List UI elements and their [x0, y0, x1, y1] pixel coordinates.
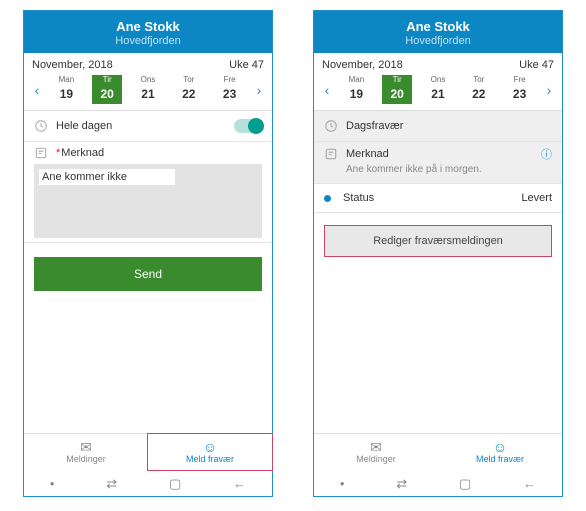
student-name: Ane Stokk	[24, 19, 272, 34]
nav-dot-icon[interactable]: •	[340, 476, 345, 492]
absence-icon: ☺	[438, 440, 562, 454]
all-day-row: Hele dagen	[24, 111, 272, 142]
day-19[interactable]: Man19	[341, 75, 371, 104]
day-absence-label: Dagsfravær	[346, 120, 403, 132]
note-label: Merknad	[346, 148, 389, 160]
next-week-button[interactable]: ›	[250, 82, 268, 98]
tab-absence[interactable]: ☺ Meld fravær	[147, 433, 273, 471]
nav-home-icon[interactable]: ▢	[169, 476, 181, 492]
all-day-label: Hele dagen	[56, 120, 112, 132]
bottom-tabs: ✉ Meldinger ☺ Meld fravær	[314, 433, 562, 470]
status-label: Status	[343, 192, 374, 204]
location: Hovedfjorden	[24, 35, 272, 47]
day-picker: ‹ Man19 Tir20 Ons21 Tor22 Fre23 ›	[24, 73, 272, 111]
status-value: Levert	[521, 192, 552, 204]
nav-back-icon[interactable]: ←	[233, 476, 246, 492]
nav-home-icon[interactable]: ▢	[459, 476, 471, 492]
note-display: Merknad ⓘ Ane kommer ikke på i morgen.	[314, 142, 562, 184]
phone-right: Ane Stokk Hovedfjorden November, 2018 Uk…	[313, 10, 563, 497]
envelope-icon: ✉	[314, 440, 438, 454]
note-text: Ane kommer ikke på i morgen.	[346, 164, 552, 175]
tab-absence[interactable]: ☺ Meld fravær	[438, 434, 562, 470]
status-row: Status Levert	[314, 184, 562, 213]
note-icon	[34, 146, 48, 160]
day-22[interactable]: Tor22	[174, 75, 204, 104]
phone-left: Ane Stokk Hovedfjorden November, 2018 Uk…	[23, 10, 273, 497]
bottom-tabs: ✉ Meldinger ☺ Meld fravær	[24, 433, 272, 470]
week-label: Uke 47	[229, 59, 264, 71]
note-section: * Merknad Ane kommer ikke	[24, 142, 272, 243]
week-label: Uke 47	[519, 59, 554, 71]
send-button[interactable]: Send	[34, 257, 262, 291]
tab-messages[interactable]: ✉ Meldinger	[314, 434, 438, 470]
system-nav: • ⇄ ▢ ←	[24, 470, 272, 496]
required-marker: *	[56, 147, 60, 159]
app-header: Ane Stokk Hovedfjorden	[314, 11, 562, 53]
all-day-toggle[interactable]	[234, 119, 262, 133]
clock-icon	[34, 119, 48, 133]
nav-back-icon[interactable]: ←	[523, 476, 536, 492]
absence-icon: ☺	[148, 440, 272, 454]
nav-dot-icon[interactable]: •	[50, 476, 55, 492]
note-input[interactable]: Ane kommer ikke	[39, 169, 175, 185]
location: Hovedfjorden	[314, 35, 562, 47]
day-22[interactable]: Tor22	[464, 75, 494, 104]
day-picker: ‹ Man19 Tir20 Ons21 Tor22 Fre23 ›	[314, 73, 562, 111]
nav-recent-icon[interactable]: ⇄	[106, 476, 117, 492]
next-week-button[interactable]: ›	[540, 82, 558, 98]
day-absence-row: Dagsfravær	[314, 111, 562, 142]
student-name: Ane Stokk	[314, 19, 562, 34]
envelope-icon: ✉	[24, 440, 148, 454]
note-icon	[324, 147, 338, 161]
clock-icon	[324, 119, 338, 133]
day-20[interactable]: Tir20	[382, 75, 412, 104]
day-20[interactable]: Tir20	[92, 75, 122, 104]
prev-week-button[interactable]: ‹	[318, 82, 336, 98]
month-row: November, 2018 Uke 47	[314, 53, 562, 73]
tab-messages[interactable]: ✉ Meldinger	[24, 434, 148, 470]
month-row: November, 2018 Uke 47	[24, 53, 272, 73]
info-icon[interactable]: ⓘ	[541, 146, 552, 162]
day-21[interactable]: Ons21	[133, 75, 163, 104]
month-label: November, 2018	[322, 59, 403, 71]
note-box: Ane kommer ikke	[34, 164, 262, 238]
month-label: November, 2018	[32, 59, 113, 71]
day-23[interactable]: Fre23	[215, 75, 245, 104]
edit-button[interactable]: Rediger fraværsmeldingen	[324, 225, 552, 257]
nav-recent-icon[interactable]: ⇄	[396, 476, 407, 492]
prev-week-button[interactable]: ‹	[28, 82, 46, 98]
day-19[interactable]: Man19	[51, 75, 81, 104]
system-nav: • ⇄ ▢ ←	[314, 470, 562, 496]
day-21[interactable]: Ons21	[423, 75, 453, 104]
note-label: Merknad	[61, 147, 104, 159]
app-header: Ane Stokk Hovedfjorden	[24, 11, 272, 53]
day-23[interactable]: Fre23	[505, 75, 535, 104]
status-dot-icon	[324, 195, 331, 202]
